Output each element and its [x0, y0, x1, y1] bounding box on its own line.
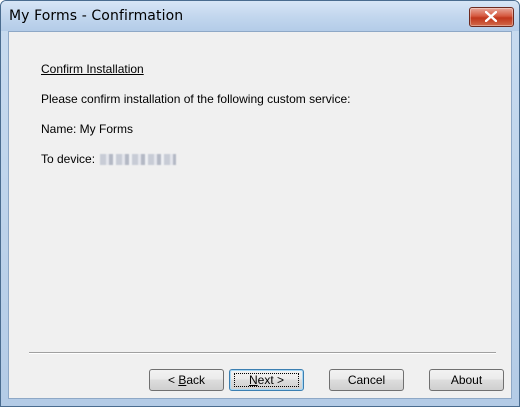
- target-device: To device:: [41, 152, 177, 166]
- focus-rectangle: [234, 373, 299, 387]
- close-icon: [485, 11, 497, 22]
- about-button[interactable]: About: [429, 369, 504, 391]
- back-button-label: ack: [186, 373, 206, 387]
- title-bar[interactable]: My Forms - Confirmation: [1, 1, 519, 31]
- close-button[interactable]: [469, 7, 514, 27]
- cancel-button[interactable]: Cancel: [329, 369, 404, 391]
- back-button-mnemonic: B: [178, 373, 187, 387]
- back-button[interactable]: < Back: [149, 369, 224, 391]
- cancel-button-label: Cancel: [347, 373, 386, 387]
- back-button-prefix: <: [167, 373, 179, 387]
- dialog-client-area: Confirm Installation Please confirm inst…: [8, 31, 512, 399]
- about-button-label: About: [450, 373, 483, 387]
- device-label: To device:: [41, 152, 96, 166]
- section-heading: Confirm Installation: [41, 62, 144, 76]
- window-title: My Forms - Confirmation: [9, 8, 184, 24]
- redacted-device-address: [100, 154, 177, 166]
- confirm-prompt: Please confirm installation of the follo…: [41, 92, 351, 106]
- next-button[interactable]: Next >: [229, 369, 304, 391]
- service-name: Name: My Forms: [41, 122, 134, 136]
- dialog-content: Confirm Installation Please confirm inst…: [9, 32, 511, 398]
- button-divider: [29, 352, 496, 354]
- dialog-window: My Forms - Confirmation Confirm Installa…: [0, 0, 520, 407]
